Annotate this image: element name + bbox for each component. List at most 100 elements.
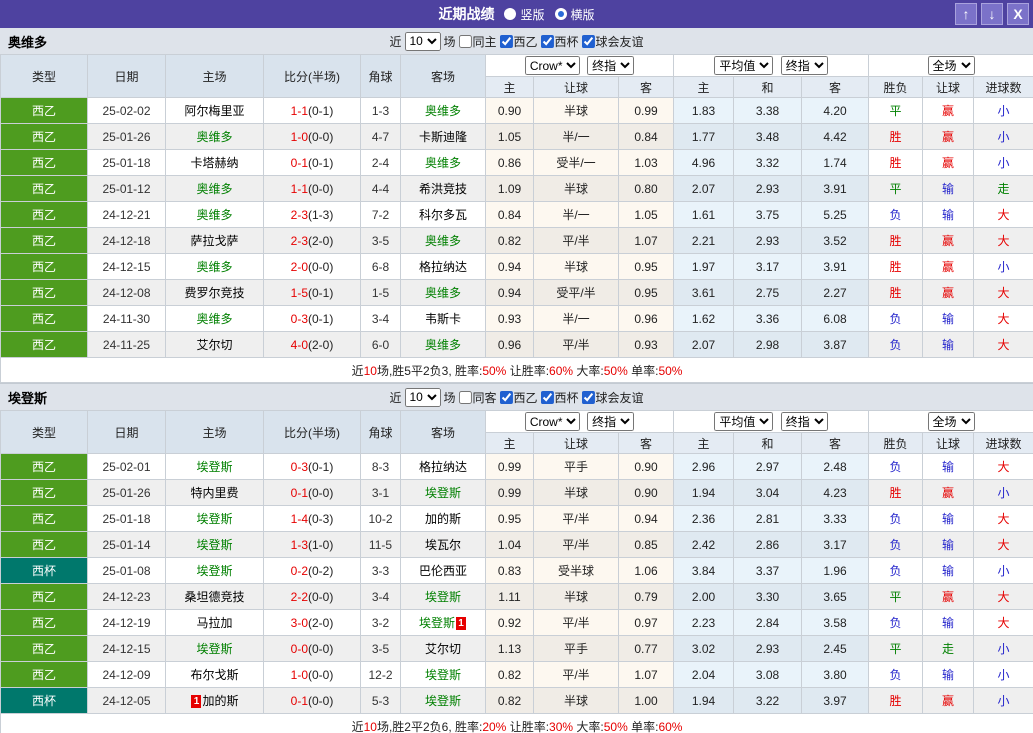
team-name-link[interactable]: 加的斯: [425, 512, 461, 526]
avg-type-select[interactable]: 平均值: [714, 412, 774, 431]
layout-radio[interactable]: 竖版: [504, 6, 545, 23]
team-name-link[interactable]: 科尔多瓦: [419, 208, 467, 222]
team-name-link[interactable]: 埃登斯: [196, 512, 232, 526]
scope-select[interactable]: 全场: [927, 56, 975, 75]
odds-time-select[interactable]: 终指: [587, 56, 635, 75]
radio-label: 竖版: [520, 7, 545, 22]
league-filter[interactable]: 西杯: [540, 33, 579, 50]
col-header-result-handicap: 让球: [922, 76, 975, 98]
team-name-link[interactable]: 费罗尔竞技: [184, 286, 244, 300]
score-cell: 2-3(2-0): [263, 227, 361, 254]
team-name-link[interactable]: 卡塔赫纳: [190, 156, 238, 170]
team-name-link[interactable]: 阿尔梅里亚: [184, 104, 244, 118]
team-name-link[interactable]: 希洪竞技: [419, 182, 467, 196]
team-name-link[interactable]: 埃登斯: [196, 538, 232, 552]
team-name-link[interactable]: 埃登斯: [196, 460, 232, 474]
avg-draw-cell: 3.17: [733, 253, 803, 280]
odds-company-select[interactable]: Crow*: [524, 412, 580, 431]
match-count-select[interactable]: 10: [404, 387, 441, 407]
league-checkbox[interactable]: [581, 34, 595, 48]
col-header-score: 比分(半场): [263, 54, 361, 98]
result-goals-cell: 大: [973, 609, 1033, 636]
scroll-down-button[interactable]: ↓: [981, 3, 1003, 25]
team-name-link[interactable]: 艾尔切: [196, 338, 232, 352]
team-name-link[interactable]: 埃登斯: [196, 564, 232, 578]
team-name-link[interactable]: 埃登斯: [425, 590, 461, 604]
col-header-handicap: 让球: [533, 432, 619, 454]
team-name-link[interactable]: 格拉纳达: [419, 260, 467, 274]
away-team-cell: 加的斯: [400, 505, 486, 532]
team-name-link[interactable]: 奥维多: [196, 208, 232, 222]
corner-cell: 3-4: [360, 583, 401, 610]
avg-type-select[interactable]: 平均值: [714, 56, 774, 75]
red-card-badge: 1: [191, 695, 202, 708]
team-name-link[interactable]: 奥维多: [196, 312, 232, 326]
league-filter[interactable]: 球会友谊: [581, 389, 644, 406]
team-name-link[interactable]: 格拉纳达: [419, 460, 467, 474]
team-name-link[interactable]: 奥维多: [196, 260, 232, 274]
team-name-link[interactable]: 埃登斯: [425, 486, 461, 500]
result-goals-cell: 大: [973, 279, 1033, 306]
match-count-select[interactable]: 10: [404, 31, 441, 51]
league-checkbox[interactable]: [581, 390, 595, 404]
team-name-link[interactable]: 韦斯卡: [425, 312, 461, 326]
team-name-link[interactable]: 艾尔切: [425, 642, 461, 656]
close-button[interactable]: X: [1007, 3, 1029, 25]
same-venue-checkbox[interactable]: [458, 34, 472, 48]
team-name-link[interactable]: 布尔戈斯: [190, 668, 238, 682]
team-name-link[interactable]: 奥维多: [425, 156, 461, 170]
odds-company-select[interactable]: Crow*: [524, 56, 580, 75]
result-goals-cell: 小: [973, 661, 1033, 688]
same-venue-filter[interactable]: 同主: [458, 33, 497, 50]
league-filter[interactable]: 球会友谊: [581, 33, 644, 50]
radio-icon[interactable]: [554, 8, 567, 20]
col-header-avg-draw: 和: [733, 76, 803, 98]
team-name-link[interactable]: 萨拉戈萨: [190, 234, 238, 248]
team-name-link[interactable]: 特内里费: [190, 486, 238, 500]
same-venue-filter[interactable]: 同客: [458, 389, 497, 406]
team-name-link[interactable]: 埃登斯: [419, 616, 455, 630]
match-row: 西乙 25-02-01 埃登斯 0-3(0-1) 8-3 格拉纳达 0.99 平手 0.90 2.…: [0, 453, 1033, 480]
avg-time-select[interactable]: 终指: [780, 412, 828, 431]
radio-icon[interactable]: [504, 8, 517, 20]
result-handicap-cell: 赢: [922, 279, 975, 306]
avg-away-cell: 3.80: [801, 661, 870, 688]
team-name-link[interactable]: 奥维多: [425, 338, 461, 352]
league-filter[interactable]: 西杯: [540, 389, 579, 406]
league-checkbox[interactable]: [499, 34, 513, 48]
handicap-cell: 平手: [533, 453, 619, 480]
match-row: 西乙 25-01-18 埃登斯 1-4(0-3) 10-2 加的斯 0.95 平/半 0.94 2…: [0, 505, 1033, 532]
team-name-link[interactable]: 奥维多: [425, 104, 461, 118]
team-name-link[interactable]: 埃登斯: [425, 668, 461, 682]
league-checkbox[interactable]: [540, 390, 554, 404]
match-row: 西乙 24-12-09 布尔戈斯 1-0(0-0) 12-2 埃登斯 0.82 平/半 1.07…: [0, 661, 1033, 688]
team-name-link[interactable]: 奥维多: [196, 182, 232, 196]
competition-badge: 西乙: [0, 305, 88, 332]
team-name-link[interactable]: 奥维多: [425, 286, 461, 300]
odds-away-cell: 0.99: [617, 97, 675, 124]
avg-time-select[interactable]: 终指: [780, 56, 828, 75]
team-name-link[interactable]: 桑坦德竞技: [184, 590, 244, 604]
layout-radio[interactable]: 横版: [554, 6, 595, 23]
team-name-link[interactable]: 奥维多: [196, 130, 232, 144]
team-name-link[interactable]: 奥维多: [425, 234, 461, 248]
league-filter[interactable]: 西乙: [499, 389, 538, 406]
odds-time-select[interactable]: 终指: [587, 412, 635, 431]
team-name-link[interactable]: 埃登斯: [196, 642, 232, 656]
titlebar-buttons: ↑ ↓ X: [955, 3, 1029, 25]
team-name-link[interactable]: 巴伦西亚: [419, 564, 467, 578]
near-label: 近: [389, 34, 402, 49]
league-filter[interactable]: 西乙: [499, 33, 538, 50]
competition-badge: 西杯: [0, 687, 88, 714]
same-venue-checkbox[interactable]: [458, 390, 472, 404]
scope-select[interactable]: 全场: [927, 412, 975, 431]
team-name-link[interactable]: 埃瓦尔: [425, 538, 461, 552]
team-name-link[interactable]: 卡斯迪隆: [419, 130, 467, 144]
team-name-link[interactable]: 埃登斯: [425, 694, 461, 708]
competition-badge: 西乙: [0, 331, 88, 358]
team-name-link[interactable]: 加的斯: [202, 694, 238, 708]
league-checkbox[interactable]: [499, 390, 513, 404]
scroll-up-button[interactable]: ↑: [955, 3, 977, 25]
team-name-link[interactable]: 马拉加: [196, 616, 232, 630]
league-checkbox[interactable]: [540, 34, 554, 48]
